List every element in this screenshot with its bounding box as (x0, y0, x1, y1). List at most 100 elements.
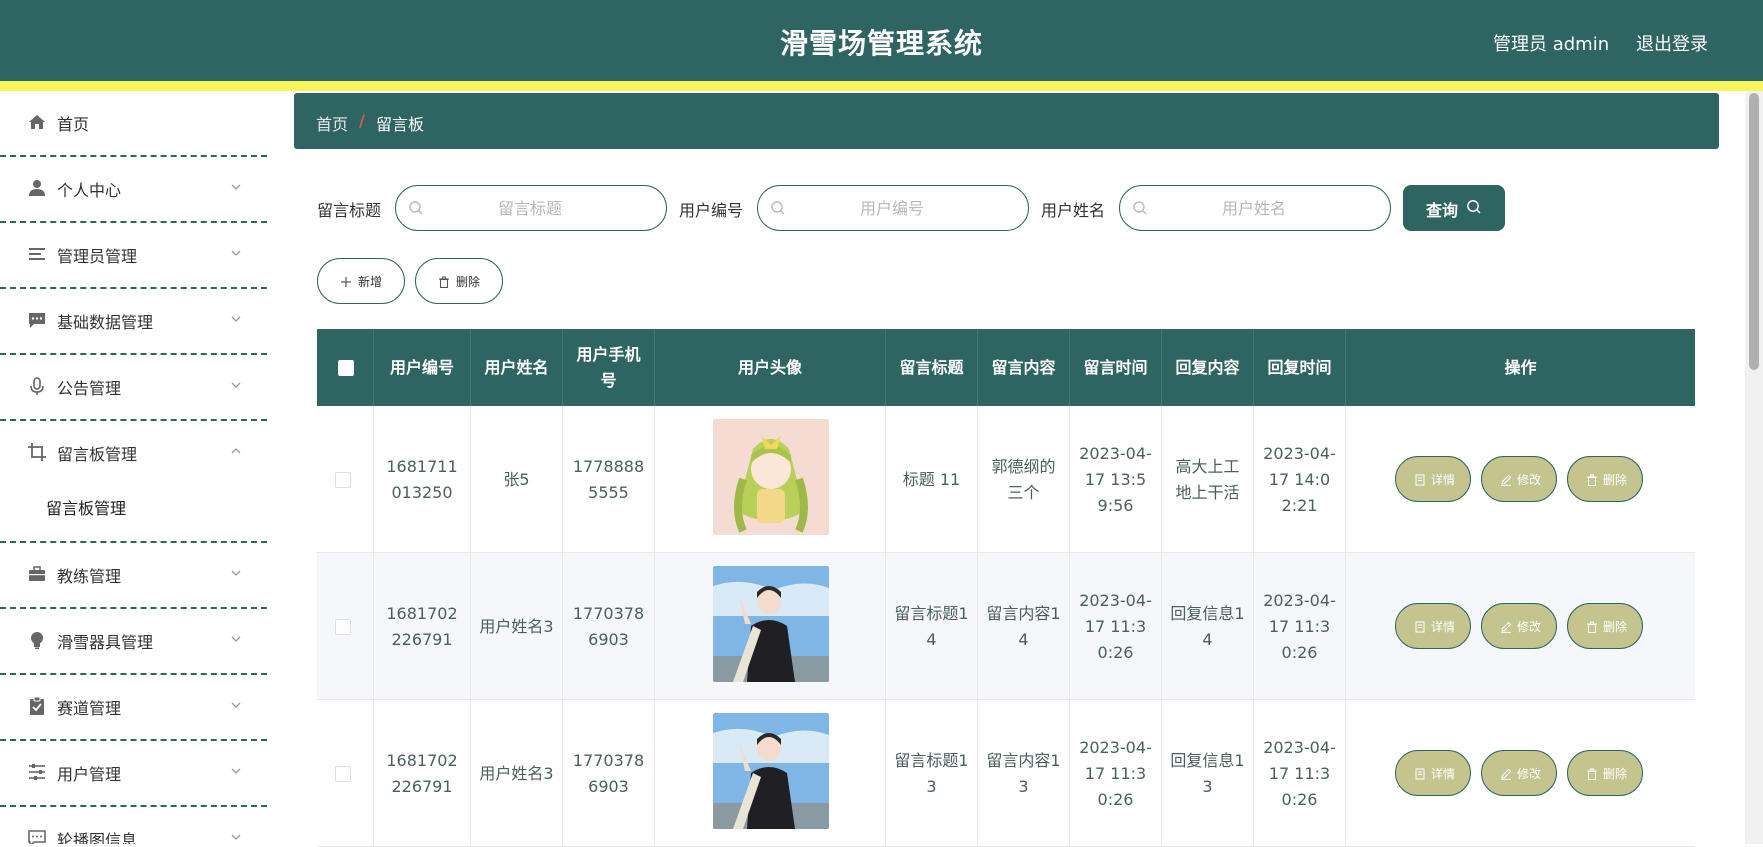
cell-user-id: 1681711013250 (374, 406, 471, 553)
user-icon (29, 180, 45, 196)
submenu-item-message-board[interactable]: 留言板管理 (0, 483, 267, 539)
row-checkbox[interactable] (335, 472, 351, 488)
header-select-cell (317, 329, 374, 406)
chevron-down-icon (231, 768, 241, 774)
edit-button[interactable]: 修改 (1481, 603, 1557, 649)
query-button[interactable]: 查询 (1403, 185, 1505, 231)
table-row: 1681702226791 用户姓名3 17703786903 留言标题14 留… (317, 553, 1695, 700)
pencil-icon (1501, 621, 1512, 633)
cell-time: 2023-04-17 11:30:26 (1070, 553, 1162, 700)
add-button[interactable]: 新增 (317, 258, 405, 304)
search-icon (409, 201, 423, 215)
detail-button[interactable]: 详情 (1395, 750, 1471, 796)
edit-button-label: 修改 (1517, 620, 1542, 634)
batch-delete-button-label: 删除 (456, 275, 481, 289)
search-user-id-input[interactable] (794, 186, 990, 230)
top-header: 滑雪场管理系统 管理员 admin 退出登录 (0, 0, 1763, 81)
trash-icon (1587, 474, 1597, 486)
breadcrumb-home[interactable]: 首页 (316, 111, 348, 135)
chevron-down-icon (231, 702, 241, 708)
chevron-down-icon (231, 184, 241, 190)
sidebar-item-label: 管理员管理 (57, 247, 138, 266)
delete-button[interactable]: 删除 (1567, 456, 1643, 502)
sidebar-item-label: 滑雪器具管理 (57, 633, 154, 652)
search-icon (1133, 201, 1147, 215)
sidebar-item-message-board[interactable]: 留言板管理 留言板管理 (0, 421, 267, 543)
cell-phone: 17703786903 (563, 553, 655, 700)
sidebar-item-label: 赛道管理 (57, 699, 122, 718)
cell-reply-time: 2023-04-17 11:30:26 (1254, 553, 1346, 700)
sidebar-item-label: 留言板管理 (57, 445, 138, 464)
sidebar-item-label: 公告管理 (57, 379, 122, 398)
edit-button[interactable]: 修改 (1481, 750, 1557, 796)
table-header: 用户编号 用户姓名 用户手机号 用户头像 留言标题 留言内容 留言时间 回复内容… (317, 329, 1695, 406)
detail-button[interactable]: 详情 (1395, 456, 1471, 502)
sidebar-item-home[interactable]: 首页 (0, 91, 267, 157)
search-label-user-name: 用户姓名 (1041, 201, 1106, 220)
delete-button[interactable]: 删除 (1567, 603, 1643, 649)
sidebar-item-label: 基础数据管理 (57, 313, 154, 332)
search-user-name-field[interactable] (1119, 185, 1391, 231)
row-select-cell (317, 406, 374, 553)
logout-button[interactable]: 退出登录 (1636, 30, 1708, 56)
sidebar-item-tracks[interactable]: 赛道管理 (0, 675, 267, 741)
edit-button[interactable]: 修改 (1481, 456, 1557, 502)
bulb-icon (31, 632, 43, 649)
search-title-field[interactable] (395, 185, 667, 231)
page-scrollbar-thumb[interactable] (1749, 93, 1759, 370)
cell-time: 2023-04-17 11:30:26 (1070, 700, 1162, 847)
column-header: 留言标题 (886, 329, 978, 406)
plus-icon (341, 277, 351, 287)
cell-content: 留言内容14 (978, 553, 1070, 700)
chevron-down-icon (231, 316, 241, 322)
sidebar-item-label: 用户管理 (57, 765, 122, 784)
row-checkbox[interactable] (335, 766, 351, 782)
detail-button[interactable]: 详情 (1395, 603, 1471, 649)
column-header: 留言内容 (978, 329, 1070, 406)
cell-content: 郭德纲的三个 (978, 406, 1070, 553)
breadcrumb: 首页 / 留言板 (294, 93, 1719, 149)
avatar (713, 713, 829, 829)
cell-user-id: 1681702226791 (374, 553, 471, 700)
search-user-id-field[interactable] (757, 185, 1029, 231)
delete-button-label: 删除 (1603, 473, 1628, 487)
breadcrumb-current: 留言板 (376, 115, 425, 134)
cell-title: 留言标题14 (886, 553, 978, 700)
table-row: 1681702226791 用户姓名3 17703786903 留言标题13 留… (317, 700, 1695, 847)
cell-reply-time: 2023-04-17 11:30:26 (1254, 700, 1346, 847)
microphone-icon (30, 377, 44, 395)
sidebar-item-base-data[interactable]: 基础数据管理 (0, 289, 267, 355)
cell-user-id: 1681702226791 (374, 700, 471, 847)
sidebar-item-users[interactable]: 用户管理 (0, 741, 267, 807)
sidebar-item-admins[interactable]: 管理员管理 (0, 223, 267, 289)
sidebar-item-carousel[interactable]: 轮播图信息 (0, 807, 267, 844)
breadcrumb-separator: / (359, 111, 365, 130)
cell-user-name: 张5 (471, 406, 563, 553)
sidebar-item-coaches[interactable]: 教练管理 (0, 543, 267, 609)
batch-delete-button[interactable]: 删除 (415, 258, 503, 304)
select-all-checkbox[interactable] (338, 360, 354, 376)
trash-icon (1587, 768, 1597, 780)
delete-button-label: 删除 (1603, 620, 1628, 634)
main-content: 首页 / 留言板 留言标题 用户编号 用户姓名 查询 新增 删除 用户编号 (267, 91, 1745, 847)
sidebar-item-profile[interactable]: 个人中心 (0, 157, 267, 223)
detail-button-label: 详情 (1431, 620, 1456, 634)
search-user-name-input[interactable] (1156, 186, 1352, 230)
document-icon (1415, 768, 1425, 780)
chevron-down-icon (231, 834, 241, 840)
trash-icon (439, 276, 449, 288)
list-icon (29, 248, 45, 260)
document-icon (1415, 474, 1425, 486)
search-title-input[interactable] (432, 186, 628, 230)
column-header: 用户姓名 (471, 329, 563, 406)
column-header: 用户编号 (374, 329, 471, 406)
cell-reply: 回复信息13 (1162, 700, 1254, 847)
sidebar-item-notices[interactable]: 公告管理 (0, 355, 267, 421)
message-icon (28, 830, 46, 844)
search-icon (771, 201, 785, 215)
sidebar-item-label: 个人中心 (57, 181, 122, 200)
sidebar-item-ski-equipment[interactable]: 滑雪器具管理 (0, 609, 267, 675)
edit-button-label: 修改 (1517, 473, 1542, 487)
delete-button[interactable]: 删除 (1567, 750, 1643, 796)
row-checkbox[interactable] (335, 619, 351, 635)
